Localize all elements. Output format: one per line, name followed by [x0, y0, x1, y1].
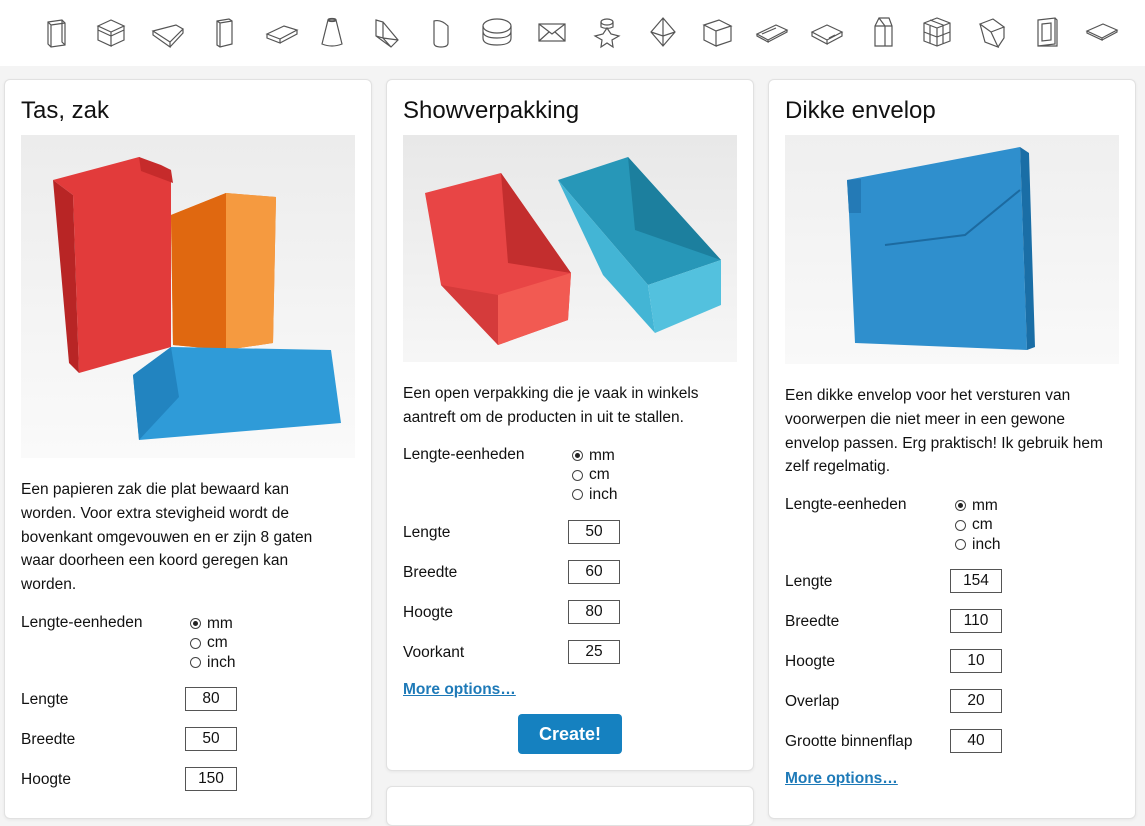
field-label: Hoogte — [785, 653, 835, 670]
field-label: Hoogte — [21, 771, 71, 788]
envelope-icon[interactable] — [532, 12, 572, 52]
more-options-link[interactable]: More options… — [403, 681, 516, 699]
card-title: Tas, zak — [21, 97, 110, 124]
cube-icon[interactable] — [697, 12, 737, 52]
cone-icon[interactable] — [312, 12, 352, 52]
card-description: Een dikke envelop voor het versturen van… — [785, 387, 1103, 476]
breedte-input[interactable]: 60 — [568, 560, 620, 584]
radio-cm[interactable] — [955, 519, 966, 531]
flat-envelope-icon[interactable] — [1082, 12, 1122, 52]
field-label: Voorkant — [403, 644, 465, 661]
card-description: Een open verpakking die je vaak in winke… — [403, 385, 699, 426]
overlap-input[interactable]: 20 — [950, 689, 1002, 713]
milk-carton-icon[interactable] — [862, 12, 902, 52]
lengte-input[interactable]: 80 — [185, 687, 237, 711]
radio-inch[interactable] — [955, 539, 966, 551]
bag-icon[interactable] — [36, 12, 76, 52]
frame-icon[interactable] — [1027, 12, 1067, 52]
radio-cm[interactable] — [572, 469, 583, 481]
showcase-photo — [403, 135, 737, 362]
unit-option-cm[interactable]: cm — [572, 466, 617, 486]
thin-envelope-icon[interactable] — [752, 12, 792, 52]
box-icon[interactable] — [91, 12, 131, 52]
pillow-box-icon[interactable] — [807, 12, 847, 52]
unit-option-inch[interactable]: inch — [955, 535, 1000, 555]
template-icon-bar — [0, 0, 1145, 66]
round-box-icon[interactable] — [477, 12, 517, 52]
field-label: Grootte binnenflap — [785, 733, 913, 750]
bag-photo — [21, 135, 355, 458]
units-radio-group: mm cm inch — [190, 614, 235, 673]
card-thick-envelope: Dikke envelop Een dikke envelop voor het… — [768, 79, 1136, 819]
showcase-icon[interactable] — [366, 12, 406, 52]
tall-box-icon[interactable] — [205, 12, 245, 52]
tray-icon[interactable] — [148, 12, 188, 52]
radio-cm[interactable] — [190, 637, 201, 649]
voorkant-input[interactable]: 25 — [568, 640, 620, 664]
hoogte-input[interactable]: 10 — [950, 649, 1002, 673]
field-label: Hoogte — [403, 604, 453, 621]
breedte-input[interactable]: 110 — [950, 609, 1002, 633]
unit-option-mm[interactable]: mm — [572, 446, 617, 466]
card-title: Dikke envelop — [785, 97, 936, 124]
envelope-photo — [785, 135, 1119, 364]
unit-option-inch[interactable]: inch — [572, 485, 617, 505]
field-label: Breedte — [403, 564, 458, 581]
star-box-icon[interactable] — [587, 12, 627, 52]
card-next — [386, 786, 754, 826]
field-label: Lengte — [785, 573, 833, 590]
diamond-box-icon[interactable] — [643, 12, 683, 52]
slanted-box-icon[interactable] — [972, 12, 1012, 52]
field-label: Breedte — [785, 613, 840, 630]
field-label: Lengte — [403, 524, 451, 541]
field-label: Overlap — [785, 693, 840, 710]
unit-option-inch[interactable]: inch — [190, 653, 235, 673]
puzzle-cube-icon[interactable] — [917, 12, 957, 52]
field-label: Lengte — [21, 691, 69, 708]
cylinder-icon[interactable] — [421, 12, 461, 52]
inner-flap-input[interactable]: 40 — [950, 729, 1002, 753]
flat-box-icon[interactable] — [262, 12, 302, 52]
lengte-input[interactable]: 154 — [950, 569, 1002, 593]
lengte-input[interactable]: 50 — [568, 520, 620, 544]
units-label: Lengte-eenheden — [21, 614, 143, 631]
card-showcase: Showverpakking Een open verpakking die j… — [386, 79, 754, 771]
unit-option-mm[interactable]: mm — [190, 614, 235, 634]
hoogte-input[interactable]: 150 — [185, 767, 237, 791]
card-bag: Tas, zak Een papieren zak die plat bewaa… — [4, 79, 372, 819]
units-label: Lengte-eenheden — [403, 446, 525, 463]
more-options-link[interactable]: More options… — [785, 770, 898, 788]
radio-inch[interactable] — [572, 489, 583, 501]
hoogte-input[interactable]: 80 — [568, 600, 620, 624]
card-description: Een papieren zak die plat bewaard kan wo… — [21, 481, 313, 594]
unit-option-cm[interactable]: cm — [955, 516, 1000, 536]
breedte-input[interactable]: 50 — [185, 727, 237, 751]
radio-mm[interactable] — [955, 500, 966, 512]
radio-inch[interactable] — [190, 657, 201, 669]
units-radio-group: mm cm inch — [955, 496, 1000, 555]
radio-mm[interactable] — [190, 618, 201, 630]
units-label: Lengte-eenheden — [785, 496, 907, 513]
radio-mm[interactable] — [572, 450, 583, 462]
unit-option-mm[interactable]: mm — [955, 496, 1000, 516]
units-radio-group: mm cm inch — [572, 446, 617, 505]
create-button[interactable]: Create! — [518, 714, 622, 754]
unit-option-cm[interactable]: cm — [190, 634, 235, 654]
field-label: Breedte — [21, 731, 76, 748]
card-title: Showverpakking — [403, 97, 580, 124]
